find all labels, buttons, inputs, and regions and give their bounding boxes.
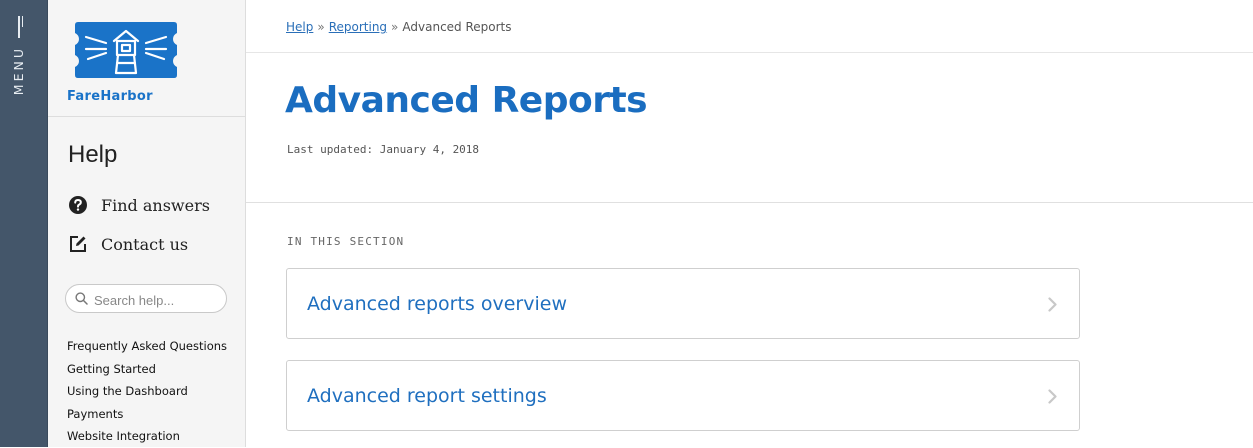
help-title: Help	[68, 141, 118, 168]
breadcrumb-help-link[interactable]: Help	[286, 20, 313, 34]
card-title: Advanced reports overview	[307, 293, 567, 315]
page-title: Advanced Reports	[285, 80, 648, 121]
question-circle-icon	[69, 196, 87, 214]
brand-name: FareHarbor	[67, 89, 153, 104]
contact-us-label: Contact us	[101, 234, 189, 254]
fareharbor-logo-icon	[75, 22, 177, 78]
category-link[interactable]: Frequently Asked Questions	[67, 335, 227, 358]
contact-us-link[interactable]: Contact us	[68, 232, 188, 256]
section-label: IN THIS SECTION	[287, 235, 405, 248]
card-title: Advanced report settings	[307, 385, 547, 407]
breadcrumb: Help» Reporting» Advanced Reports	[286, 20, 512, 34]
find-answers-label: Find answers	[101, 195, 210, 215]
menu-label: MENU	[11, 46, 26, 96]
main-content: Help» Reporting» Advanced Reports Advanced…	[246, 0, 1253, 447]
breadcrumb-separator: »	[391, 20, 399, 34]
chevron-right-icon	[1048, 389, 1057, 404]
find-answers-link[interactable]: Find answers	[68, 193, 210, 217]
breadcrumb-current: Advanced Reports	[402, 20, 512, 34]
search-input[interactable]	[92, 289, 224, 311]
section-divider	[246, 202, 1253, 203]
advanced-reports-overview-card[interactable]: Advanced reports overview	[286, 268, 1080, 339]
category-list: Frequently Asked Questions Getting Start…	[67, 335, 227, 448]
hamburger-icon	[18, 16, 28, 38]
last-updated: Last updated: January 4, 2018	[287, 143, 480, 156]
menu-strip: MENU	[0, 0, 48, 447]
category-link[interactable]: Using the Dashboard	[67, 380, 227, 403]
search-box	[65, 284, 227, 313]
category-link[interactable]: Getting Started	[67, 358, 227, 381]
brand-header[interactable]: FareHarbor	[48, 0, 245, 117]
category-link[interactable]: Website Integration	[67, 425, 227, 448]
advanced-report-settings-card[interactable]: Advanced report settings	[286, 360, 1080, 431]
edit-icon	[70, 236, 86, 252]
breadcrumb-reporting-link[interactable]: Reporting	[329, 20, 387, 34]
header-divider	[246, 52, 1253, 53]
sidebar: FareHarbor Help Find answers Contact us …	[48, 0, 246, 447]
search-icon	[75, 292, 88, 305]
chevron-right-icon	[1048, 297, 1057, 312]
breadcrumb-separator: »	[317, 20, 325, 34]
menu-toggle-button[interactable]: MENU	[0, 0, 47, 120]
category-link[interactable]: Payments	[67, 403, 227, 426]
